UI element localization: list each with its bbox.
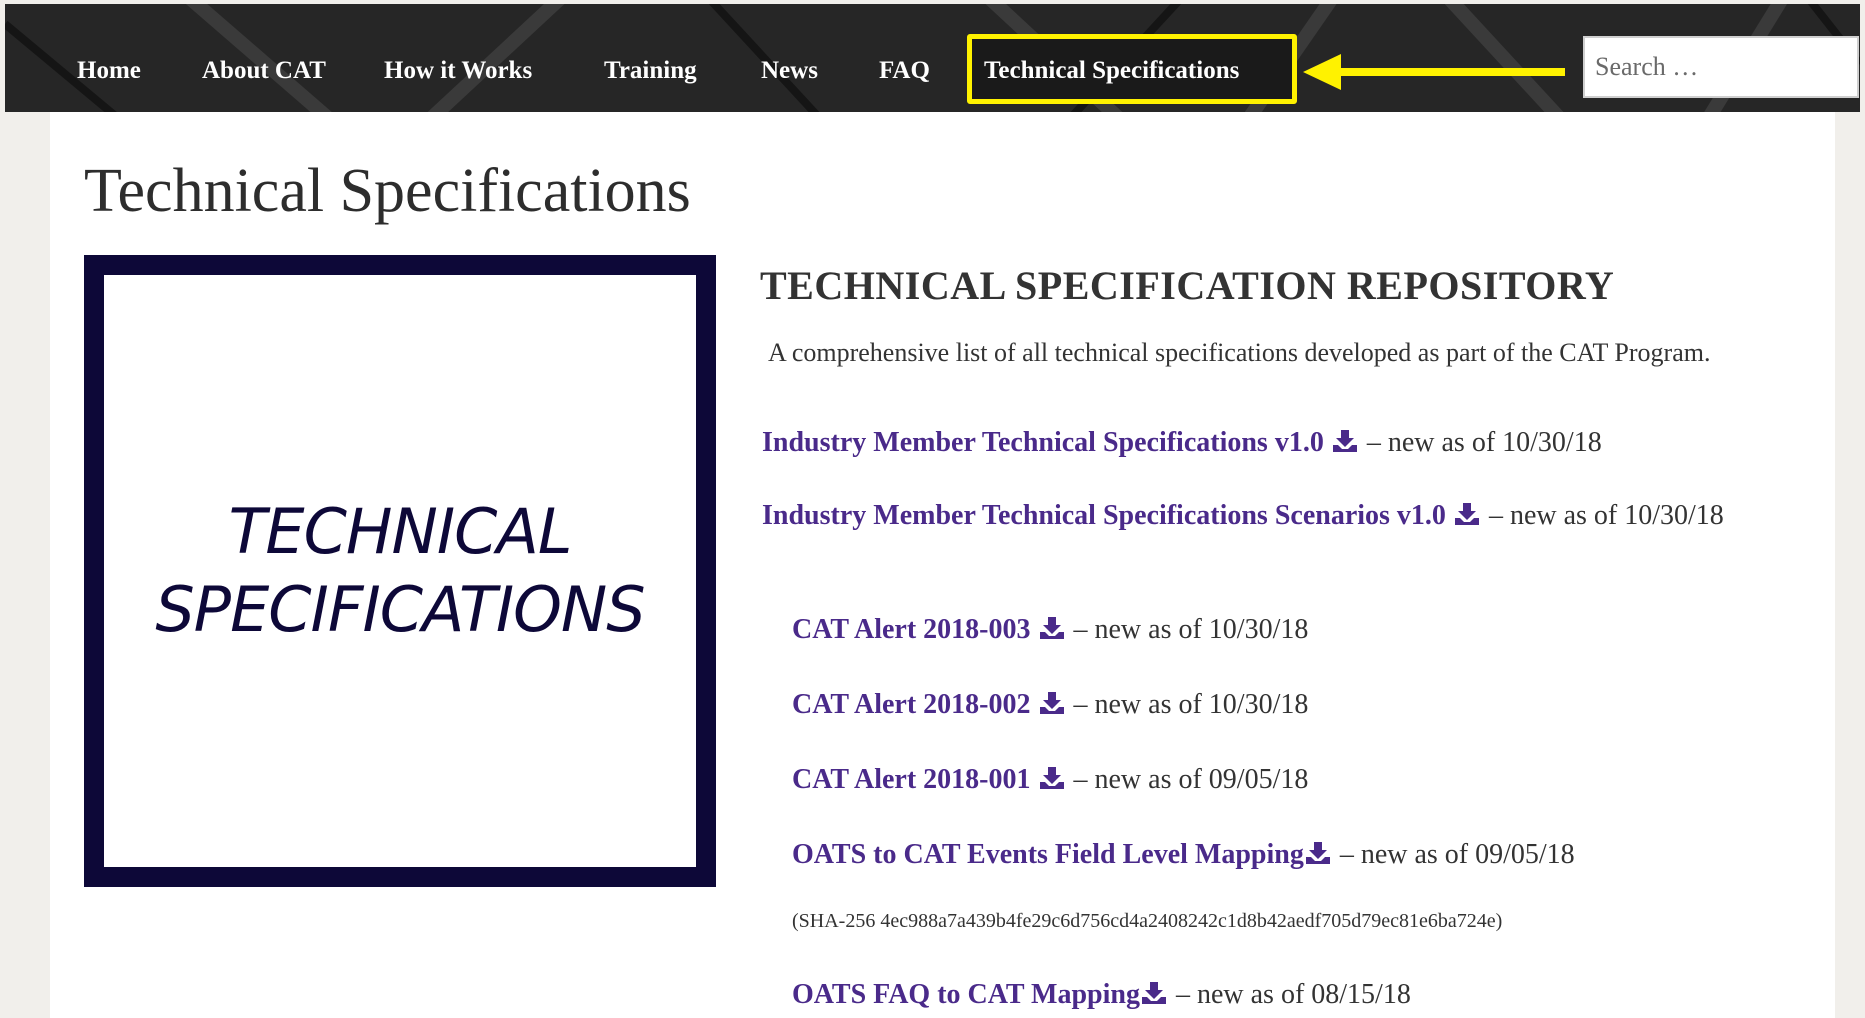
nav-item-how-it-works[interactable]: How it Works (384, 4, 532, 112)
nav-item-news[interactable]: News (761, 4, 818, 112)
document-link[interactable]: Industry Member Technical Specifications… (762, 500, 1446, 531)
nav-item-faq[interactable]: FAQ (879, 4, 930, 112)
nav-item-label: Home (77, 57, 141, 85)
download-icon[interactable] (1454, 502, 1480, 526)
list-item: CAT Alert 2018-001 – new as of 09/05/18 (792, 759, 1308, 800)
download-icon[interactable] (1039, 766, 1065, 790)
document-note: – new as of 10/30/18 (1488, 500, 1724, 531)
list-item: CAT Alert 2018-002 – new as of 10/30/18 (792, 684, 1308, 725)
document-link[interactable]: OATS FAQ to CAT Mapping (792, 979, 1140, 1010)
document-note: – new as of 10/30/18 (1073, 614, 1309, 645)
list-item: OATS to CAT Events Field Level Mapping –… (792, 834, 1575, 875)
document-note: – new as of 10/30/18 (1366, 427, 1602, 458)
logo-inner: TECHNICAL SPECIFICATIONS (104, 275, 696, 867)
document-link[interactable]: CAT Alert 2018-002 (792, 689, 1031, 720)
nav-item-label: Technical Specifications (984, 57, 1240, 85)
download-icon[interactable] (1332, 429, 1358, 453)
download-icon[interactable] (1039, 691, 1065, 715)
nav-item-home[interactable]: Home (77, 4, 141, 112)
document-link[interactable]: OATS to CAT Events Field Level Mapping (792, 839, 1304, 870)
document-note: – new as of 10/30/18 (1073, 689, 1309, 720)
page-title: Technical Specifications (84, 157, 691, 225)
search-input[interactable] (1583, 36, 1859, 98)
document-link[interactable]: CAT Alert 2018-001 (792, 764, 1031, 795)
repository-description: A comprehensive list of all technical sp… (768, 338, 1711, 367)
document-link[interactable]: Industry Member Technical Specifications… (762, 427, 1324, 458)
sha-checksum: (SHA-256 4ec988a7a439b4fe29c6d756cd4a240… (792, 910, 1503, 932)
nav-item-about-cat[interactable]: About CAT (202, 4, 326, 112)
repository-heading: TECHNICAL SPECIFICATION REPOSITORY (760, 263, 1615, 308)
document-note: – new as of 08/15/18 (1175, 979, 1411, 1010)
top-navigation-bar: Home About CAT How it Works Training New… (5, 4, 1860, 112)
nav-item-label: About CAT (202, 57, 326, 85)
main-content: Technical Specifications TECHNICAL SPECI… (50, 112, 1835, 1018)
logo-line-2: SPECIFICATIONS (155, 573, 645, 646)
document-link[interactable]: CAT Alert 2018-003 (792, 614, 1031, 645)
nav-item-label: FAQ (879, 57, 930, 85)
nav-item-technical-specifications[interactable]: Technical Specifications (984, 4, 1239, 112)
download-icon[interactable] (1305, 841, 1331, 865)
document-note: – new as of 09/05/18 (1339, 839, 1575, 870)
document-note: – new as of 09/05/18 (1073, 764, 1309, 795)
nav-item-label: How it Works (384, 57, 533, 85)
arrow-left-icon (1303, 54, 1565, 90)
download-icon[interactable] (1039, 616, 1065, 640)
list-item: CAT Alert 2018-003 – new as of 10/30/18 (792, 609, 1308, 650)
nav-item-training[interactable]: Training (604, 4, 697, 112)
list-item: OATS FAQ to CAT Mapping – new as of 08/1… (792, 974, 1411, 1015)
list-item: Industry Member Technical Specifications… (762, 422, 1602, 463)
download-icon[interactable] (1141, 981, 1167, 1005)
nav-item-label: Training (604, 57, 697, 85)
technical-specifications-logo: TECHNICAL SPECIFICATIONS (84, 255, 716, 887)
logo-line-1: TECHNICAL (228, 495, 573, 568)
list-item: Industry Member Technical Specifications… (762, 495, 1802, 536)
nav-item-label: News (761, 57, 818, 85)
